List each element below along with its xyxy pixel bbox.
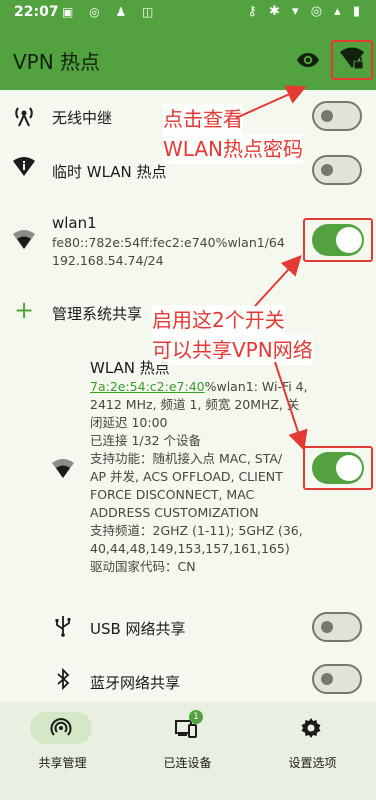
wlan1-ipv6: fe80::782e:54ff:fec2:e740%wlan1/64 <box>52 235 285 250</box>
app-title: VPN 热点 <box>13 50 101 74</box>
detail-line: ADDRESS CUSTOMIZATION <box>90 505 259 520</box>
annotation-text: 点击查看 <box>163 104 243 134</box>
wlan-hotspot-details: 7a:2e:54:c2:e7:40%wlan1: Wi-Fi 4, 2412 M… <box>90 378 312 576</box>
wifi-info-icon <box>13 157 35 176</box>
detail-line: FORCE DISCONNECT, MAC <box>90 487 255 502</box>
annotation-arrow <box>254 255 302 307</box>
devices-badge: 1 <box>189 710 203 724</box>
nav-label: 共享管理 <box>38 756 87 770</box>
nav-label: 已连设备 <box>163 756 212 770</box>
detail-line: AP 并发, ACS OFFLOAD, CLIENT <box>90 469 283 484</box>
row-label-temp-hotspot: 临时 WLAN 热点 <box>52 163 167 181</box>
app-bar: VPN 热点 <box>0 28 376 90</box>
detail-line: 40,44,48,149,153,157,161,165) <box>90 541 290 556</box>
row-label-manage[interactable]: 管理系统共享 <box>52 303 142 324</box>
annotation-text: 启用这2个开关 <box>152 305 285 335</box>
detail-line: 已连接 1/32 个设备 <box>90 433 202 448</box>
toggle-bluetooth[interactable] <box>312 664 362 694</box>
wifi-icon <box>52 459 74 478</box>
row-label-usb: USB 网络共享 <box>90 620 186 638</box>
gear-icon <box>301 718 321 738</box>
status-time: 22:07 <box>14 4 59 20</box>
usb-icon <box>55 616 71 637</box>
wifi-tower-icon <box>15 107 33 127</box>
detail-line: 闭延迟 10:00 <box>90 415 168 430</box>
annotation-text: WLAN热点密码 <box>163 134 304 164</box>
toggle-temp-hotspot[interactable] <box>312 155 362 185</box>
toggle-usb[interactable] <box>312 612 362 642</box>
wifi-icon <box>13 230 35 249</box>
status-system-icons: ⚷ ✱ ▾ ◎ ▴ ▮ <box>247 4 364 19</box>
nav-item-settings[interactable]: 设置选项 <box>250 702 375 800</box>
detail-line: 支持频道：2GHZ (1-11); 5GHZ (36, <box>90 523 303 538</box>
annotation-box-password <box>331 40 373 80</box>
bottom-navigation: 共享管理 1 已连设备 设置选项 <box>0 702 376 800</box>
nav-label: 设置选项 <box>288 756 337 770</box>
row-label-wlan1: wlan1 <box>52 214 97 232</box>
mac-address-link[interactable]: 7a:2e:54:c2:e7:40 <box>90 379 205 394</box>
status-bar: 22:07 ▣ ◎ ♟ ◫ ⚷ ✱ ▾ ◎ ▴ ▮ <box>0 0 376 28</box>
status-notification-icons: ▣ ◎ ♟ ◫ <box>62 5 160 19</box>
row-label-repeater: 无线中继 <box>52 109 113 127</box>
toggle-repeater[interactable] <box>312 101 362 131</box>
nav-item-devices[interactable]: 1 已连设备 <box>125 702 250 800</box>
bluetooth-icon <box>57 668 70 690</box>
annotation-box-wlan1-toggle <box>303 218 373 262</box>
detail-line: 2412 MHz, 频道 1, 频宽 20MHZ, 关 <box>90 397 300 412</box>
nav-item-tethering[interactable]: 共享管理 <box>0 702 125 800</box>
annotation-box-hotspot-toggle <box>303 446 373 490</box>
detail-line: 驱动国家代码：CN <box>90 559 196 574</box>
hotspot-icon <box>50 718 72 736</box>
annotation-text: 可以共享VPN网络 <box>152 335 313 365</box>
plus-icon[interactable]: + <box>14 298 34 322</box>
detail-line: 支持功能：随机接入点 MAC, STA/ <box>90 451 283 466</box>
eye-icon[interactable] <box>296 48 320 72</box>
wlan1-ipv4: 192.168.54.74/24 <box>52 253 164 268</box>
row-label-bluetooth: 蓝牙网络共享 <box>90 674 181 692</box>
mac-rest-text: %wlan1: Wi-Fi 4, <box>204 379 308 394</box>
annotation-arrow <box>235 85 307 119</box>
